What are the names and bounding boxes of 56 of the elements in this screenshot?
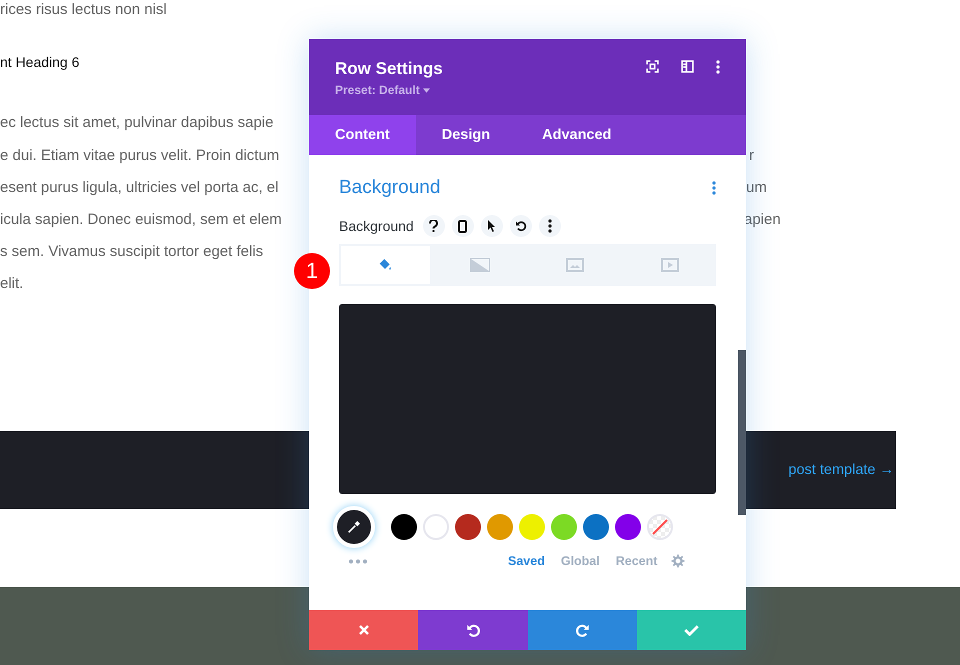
split-view-icon[interactable] [681,60,694,73]
redo-icon [575,622,590,638]
body-text: e dui. Etiam vitae purus velit. Proin dictum [0,146,280,164]
color-swatch[interactable] [391,514,417,540]
settings-icon[interactable] [671,554,686,568]
body-text: esent purus ligula, ultricies vel porta ac, el [0,178,280,196]
hover-button[interactable] [480,215,503,237]
body-text: elit. [0,274,24,292]
tab[interactable]: Content [309,115,416,155]
post-template-link[interactable]: post template → [788,462,894,478]
undo-icon [466,622,480,638]
color-swatch[interactable] [455,514,481,540]
image-icon [566,258,584,272]
body-text: s sem. Vivamus suscipit tortor eget felis [0,242,264,260]
more-icon [716,60,720,74]
more-icon [548,219,552,233]
help-icon [429,220,438,232]
body-text: ec lectus sit amet, pulvinar dapibus sapie [0,114,274,131]
color-swatch[interactable] [583,514,609,540]
help-button[interactable] [422,215,445,237]
tab[interactable]: Advanced [516,115,638,155]
more-dots-icon [348,558,368,564]
section-title: Background [339,177,440,199]
step-badge: 1 [294,253,330,289]
video-icon [660,258,679,272]
reset-button[interactable] [510,215,532,237]
preset-dropdown[interactable]: Preset: Default [335,83,443,97]
close-icon [358,624,370,636]
undo-icon [514,220,527,232]
transparent-swatch[interactable] [647,514,673,540]
color-swatch[interactable] [615,514,641,540]
palette-tab[interactable]: Saved [500,554,553,568]
body-text: icula sapien. Donec euismod, sem et elem [0,210,283,228]
color-swatch[interactable] [519,514,545,540]
gradient-icon [470,258,490,272]
caret-icon [422,88,430,92]
body-text: r [749,146,755,164]
scrollbar[interactable] [738,350,746,515]
options-button[interactable] [538,215,561,237]
heading-text: nt Heading 6 [0,54,80,70]
field-label: Background [339,218,414,234]
modal-title: Row Settings [335,59,443,79]
fullscreen-icon[interactable] [646,60,659,73]
responsive-button[interactable] [452,215,474,237]
body-text: apien [744,210,782,228]
checkmark-icon [684,624,699,636]
eyedropper-icon [346,519,362,535]
body-text: rices risus lectus non nisl [0,0,168,18]
color-swatch[interactable] [423,514,449,540]
section-menu-icon [712,181,716,195]
color-swatch[interactable] [551,514,577,540]
cursor-icon [487,220,496,232]
phone-icon [458,220,468,232]
color-swatch[interactable] [487,514,513,540]
body-text: um [746,178,768,196]
tab[interactable]: Design [416,115,516,155]
